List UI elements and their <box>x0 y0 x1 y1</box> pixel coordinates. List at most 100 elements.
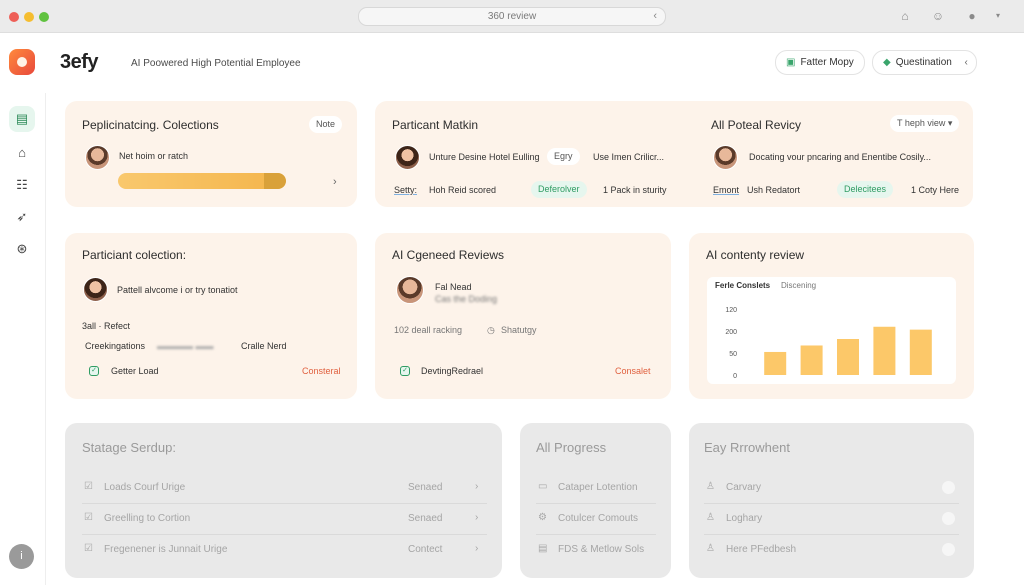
chevron-down-icon[interactable]: ▾ <box>990 8 1006 24</box>
gear-icon: ⚙ <box>538 512 547 523</box>
dashboard-icon[interactable]: ▤ <box>9 106 35 132</box>
chevron-right-icon[interactable]: › <box>475 512 478 523</box>
row-label: Carvary <box>726 482 762 493</box>
y-tick-label: 0 <box>733 373 737 380</box>
collections-card: Peplicinatcing. Colections Note Net hoim… <box>65 101 357 207</box>
foot-label-2: Emont <box>713 185 740 195</box>
toggle-indicator[interactable] <box>942 512 955 525</box>
sidebar: ▤ ⌂ ☷ ➶ ⊛ i <box>0 93 46 585</box>
user-icon[interactable]: ● <box>964 8 980 24</box>
list-item[interactable]: ♙ Loghary <box>704 504 959 535</box>
list-item[interactable]: ♙ Carvary <box>704 473 959 504</box>
question-button[interactable]: ◆ Questination ‹ <box>872 50 977 75</box>
filter-button[interactable]: ▣ Fatter Mopy <box>775 50 865 75</box>
row-status: Senaed <box>408 513 443 524</box>
chart-bar <box>800 345 823 375</box>
calendar-icon: ▭ <box>538 481 548 492</box>
check-icon: ✓ <box>89 366 99 376</box>
question-button-label: Questination <box>895 57 952 68</box>
entry-badge[interactable]: Egry <box>547 148 580 165</box>
stat2-value: Cralle Nerd <box>241 341 287 351</box>
smiley-icon[interactable]: ☺ <box>930 8 946 24</box>
rocket-icon[interactable]: ➶ <box>9 204 35 230</box>
user-icon: ♙ <box>706 512 715 523</box>
card-line: Net hoim or ratch <box>119 151 189 161</box>
foot-label: Setty: <box>394 185 418 195</box>
chevron-left-icon: ‹ <box>964 57 968 68</box>
user-icon: ♙ <box>706 543 715 554</box>
row-label: Loghary <box>726 513 763 524</box>
avatar <box>713 145 738 170</box>
address-bar[interactable]: 360 review ‹ <box>358 7 666 26</box>
y-tick-label: 50 <box>729 351 737 358</box>
toggle-indicator[interactable] <box>942 543 955 556</box>
status-badge: Deferolver <box>531 181 587 198</box>
user-icon: ♙ <box>706 481 715 492</box>
row-label: Cotulcer Comouts <box>558 513 639 524</box>
search-icon[interactable]: ⊛ <box>9 236 35 262</box>
row-label: Loads Courf Urige <box>104 482 186 493</box>
ai-reviews-card: AI Cgeneed Reviews Fal Nead Cas the Dodi… <box>375 233 671 399</box>
y-tick-label: 200 <box>725 329 737 336</box>
row-label: Greelling to Cortion <box>104 513 191 524</box>
info-button[interactable]: i <box>9 544 34 569</box>
stat: 3all · Refect <box>82 321 131 331</box>
foot-count: 1 Pack in sturity <box>603 185 667 195</box>
blurred-text: ▬▬▬▬ ▬▬ <box>157 341 214 351</box>
close-window-button[interactable] <box>9 12 19 22</box>
reviewer-sub: Cas the Doding <box>435 294 498 304</box>
location-pin-icon: ◆ <box>883 57 891 68</box>
list-item[interactable]: ☑ Fregenener is Junnait Urige Contect › <box>82 535 487 566</box>
list-item[interactable]: ⚙ Cotulcer Comouts <box>536 504 656 535</box>
database-icon[interactable]: ☷ <box>9 172 35 198</box>
minimize-window-button[interactable] <box>24 12 34 22</box>
card-title: Peplicinatcing. Colections <box>82 118 219 132</box>
list-item[interactable]: ♙ Here PFedbesh <box>704 535 959 566</box>
progress-bar <box>118 173 286 189</box>
row-status: Senaed <box>408 482 443 493</box>
app-logo <box>9 49 35 75</box>
action-link[interactable]: DevtingRedrael <box>421 366 483 376</box>
row-label: Cataper Lotention <box>558 482 638 493</box>
chevron-left-icon[interactable]: ‹ <box>653 8 657 25</box>
toggle-indicator[interactable] <box>942 481 955 494</box>
list-item[interactable]: ▭ Cataper Lotention <box>536 473 656 504</box>
avatar <box>395 145 420 170</box>
document-icon: ▣ <box>786 57 796 68</box>
card-title: AI contenty review <box>706 248 805 262</box>
list-item[interactable]: ☑ Loads Courf Urige Senaed › <box>82 473 487 504</box>
list-item[interactable]: ☑ Greelling to Cortion Senaed › <box>82 504 487 535</box>
card-line-3: Docating vour pncaring and Enentibe Cosi… <box>749 152 931 162</box>
checkbox-icon[interactable]: ☑ <box>84 512 93 523</box>
home-icon[interactable]: ⌂ <box>9 140 35 166</box>
home-icon[interactable]: ⌂ <box>897 8 913 24</box>
foot-count-2: 1 Coty Here <box>911 185 960 195</box>
chevron-right-icon[interactable]: › <box>475 481 478 492</box>
browser-chrome: 360 review ‹ ⌂ ☺ ● ▾ <box>0 0 1024 33</box>
chart-bar <box>837 339 859 375</box>
meta: 102 deall racking <box>394 325 463 335</box>
ai-content-review-card: AI contenty review Ferle Conslets Discen… <box>689 233 974 399</box>
card-title-2: All Poteal Revicy <box>711 118 802 132</box>
card-title: Particiant colection: <box>82 248 187 262</box>
chart-bar <box>909 329 932 375</box>
action-link[interactable]: Getter Load <box>111 366 159 376</box>
chevron-right-icon[interactable]: › <box>475 543 478 554</box>
card-line: Pattell alvcome i or try tonatiot <box>117 285 238 295</box>
view-dropdown-label: T heph view <box>897 118 946 128</box>
maximize-window-button[interactable] <box>39 12 49 22</box>
checkbox-icon[interactable]: ☑ <box>84 481 93 492</box>
list-item[interactable]: ▤ FDS & Metlow Sols <box>536 535 656 566</box>
bar-chart: 120 200 50 0 <box>725 307 932 380</box>
brand-name: 3efy <box>60 51 99 73</box>
note-badge[interactable]: Note <box>309 116 343 133</box>
chevron-right-icon[interactable]: › <box>333 176 337 188</box>
card-title: AI Cgeneed Reviews <box>392 248 505 262</box>
view-dropdown[interactable]: T heph view ▾ <box>890 115 960 132</box>
chart-bar <box>764 351 787 375</box>
strategy-setup-card: Statage Serdup: ☑ Loads Courf Urige Sena… <box>65 423 502 578</box>
checkbox-icon[interactable]: ☑ <box>84 543 93 554</box>
status-badge-2: Delecitees <box>837 181 894 198</box>
address-text: 360 review <box>487 11 537 22</box>
row-label: Here PFedbesh <box>726 544 797 555</box>
